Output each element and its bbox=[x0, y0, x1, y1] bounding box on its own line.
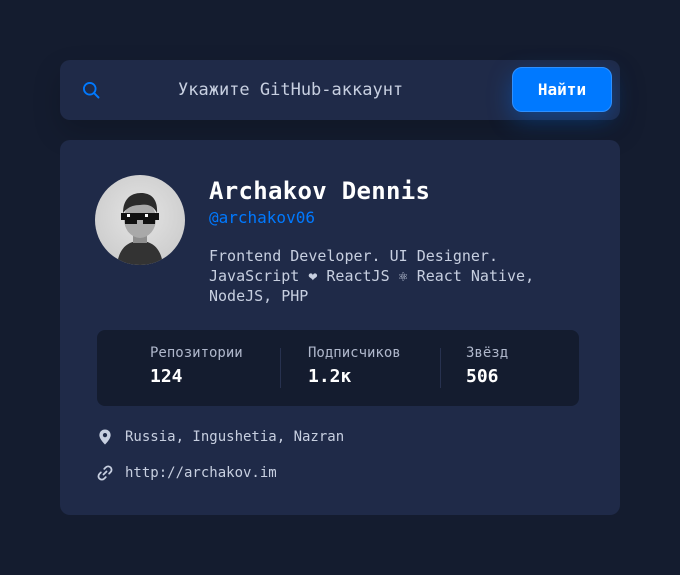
map-pin-icon bbox=[99, 429, 111, 445]
search-icon bbox=[83, 82, 100, 99]
search-input[interactable] bbox=[178, 78, 558, 102]
avatar-photo bbox=[117, 193, 163, 265]
stat-label: Репозитории bbox=[150, 345, 243, 361]
search-button[interactable]: Найти bbox=[512, 67, 612, 112]
stat-divider bbox=[280, 348, 281, 388]
stat-value: 506 bbox=[466, 366, 499, 387]
stat-followers: Подписчиков 1.2к bbox=[308, 345, 401, 387]
location-row: Russia, Ingushetia, Nazran bbox=[96, 428, 344, 446]
link-icon bbox=[97, 465, 113, 481]
stat-label: Звёзд bbox=[466, 345, 509, 361]
stat-stars: Звёзд 506 bbox=[466, 345, 508, 387]
profile-login-link[interactable]: @archakov06 bbox=[209, 208, 315, 227]
stat-label: Подписчиков bbox=[308, 345, 401, 361]
avatar bbox=[95, 175, 185, 265]
bio-line: JavaScript ❤ ReactJS ⚛ React Native, bbox=[209, 267, 535, 285]
stat-divider bbox=[440, 348, 441, 388]
bio-line: Frontend Developer. UI Designer. bbox=[209, 247, 498, 265]
website-link[interactable]: http://archakov.im bbox=[125, 465, 277, 481]
profile-card: Archakov Dennis @archakov06 Frontend Dev… bbox=[60, 140, 620, 515]
stats-panel: Репозитории 124 Подписчиков 1.2к Звёзд 5… bbox=[97, 330, 579, 406]
bio-line: NodeJS, PHP bbox=[209, 287, 309, 305]
profile-name: Archakov Dennis bbox=[209, 177, 431, 205]
stat-value: 1.2к bbox=[308, 366, 352, 387]
stat-repositories: Репозитории 124 bbox=[150, 345, 243, 387]
profile-bio: Frontend Developer. UI Designer. JavaScr… bbox=[209, 246, 579, 306]
stat-value: 124 bbox=[150, 366, 183, 387]
search-bar: Найти bbox=[60, 60, 620, 120]
website-row: http://archakov.im bbox=[96, 464, 277, 482]
location-text: Russia, Ingushetia, Nazran bbox=[125, 429, 345, 445]
